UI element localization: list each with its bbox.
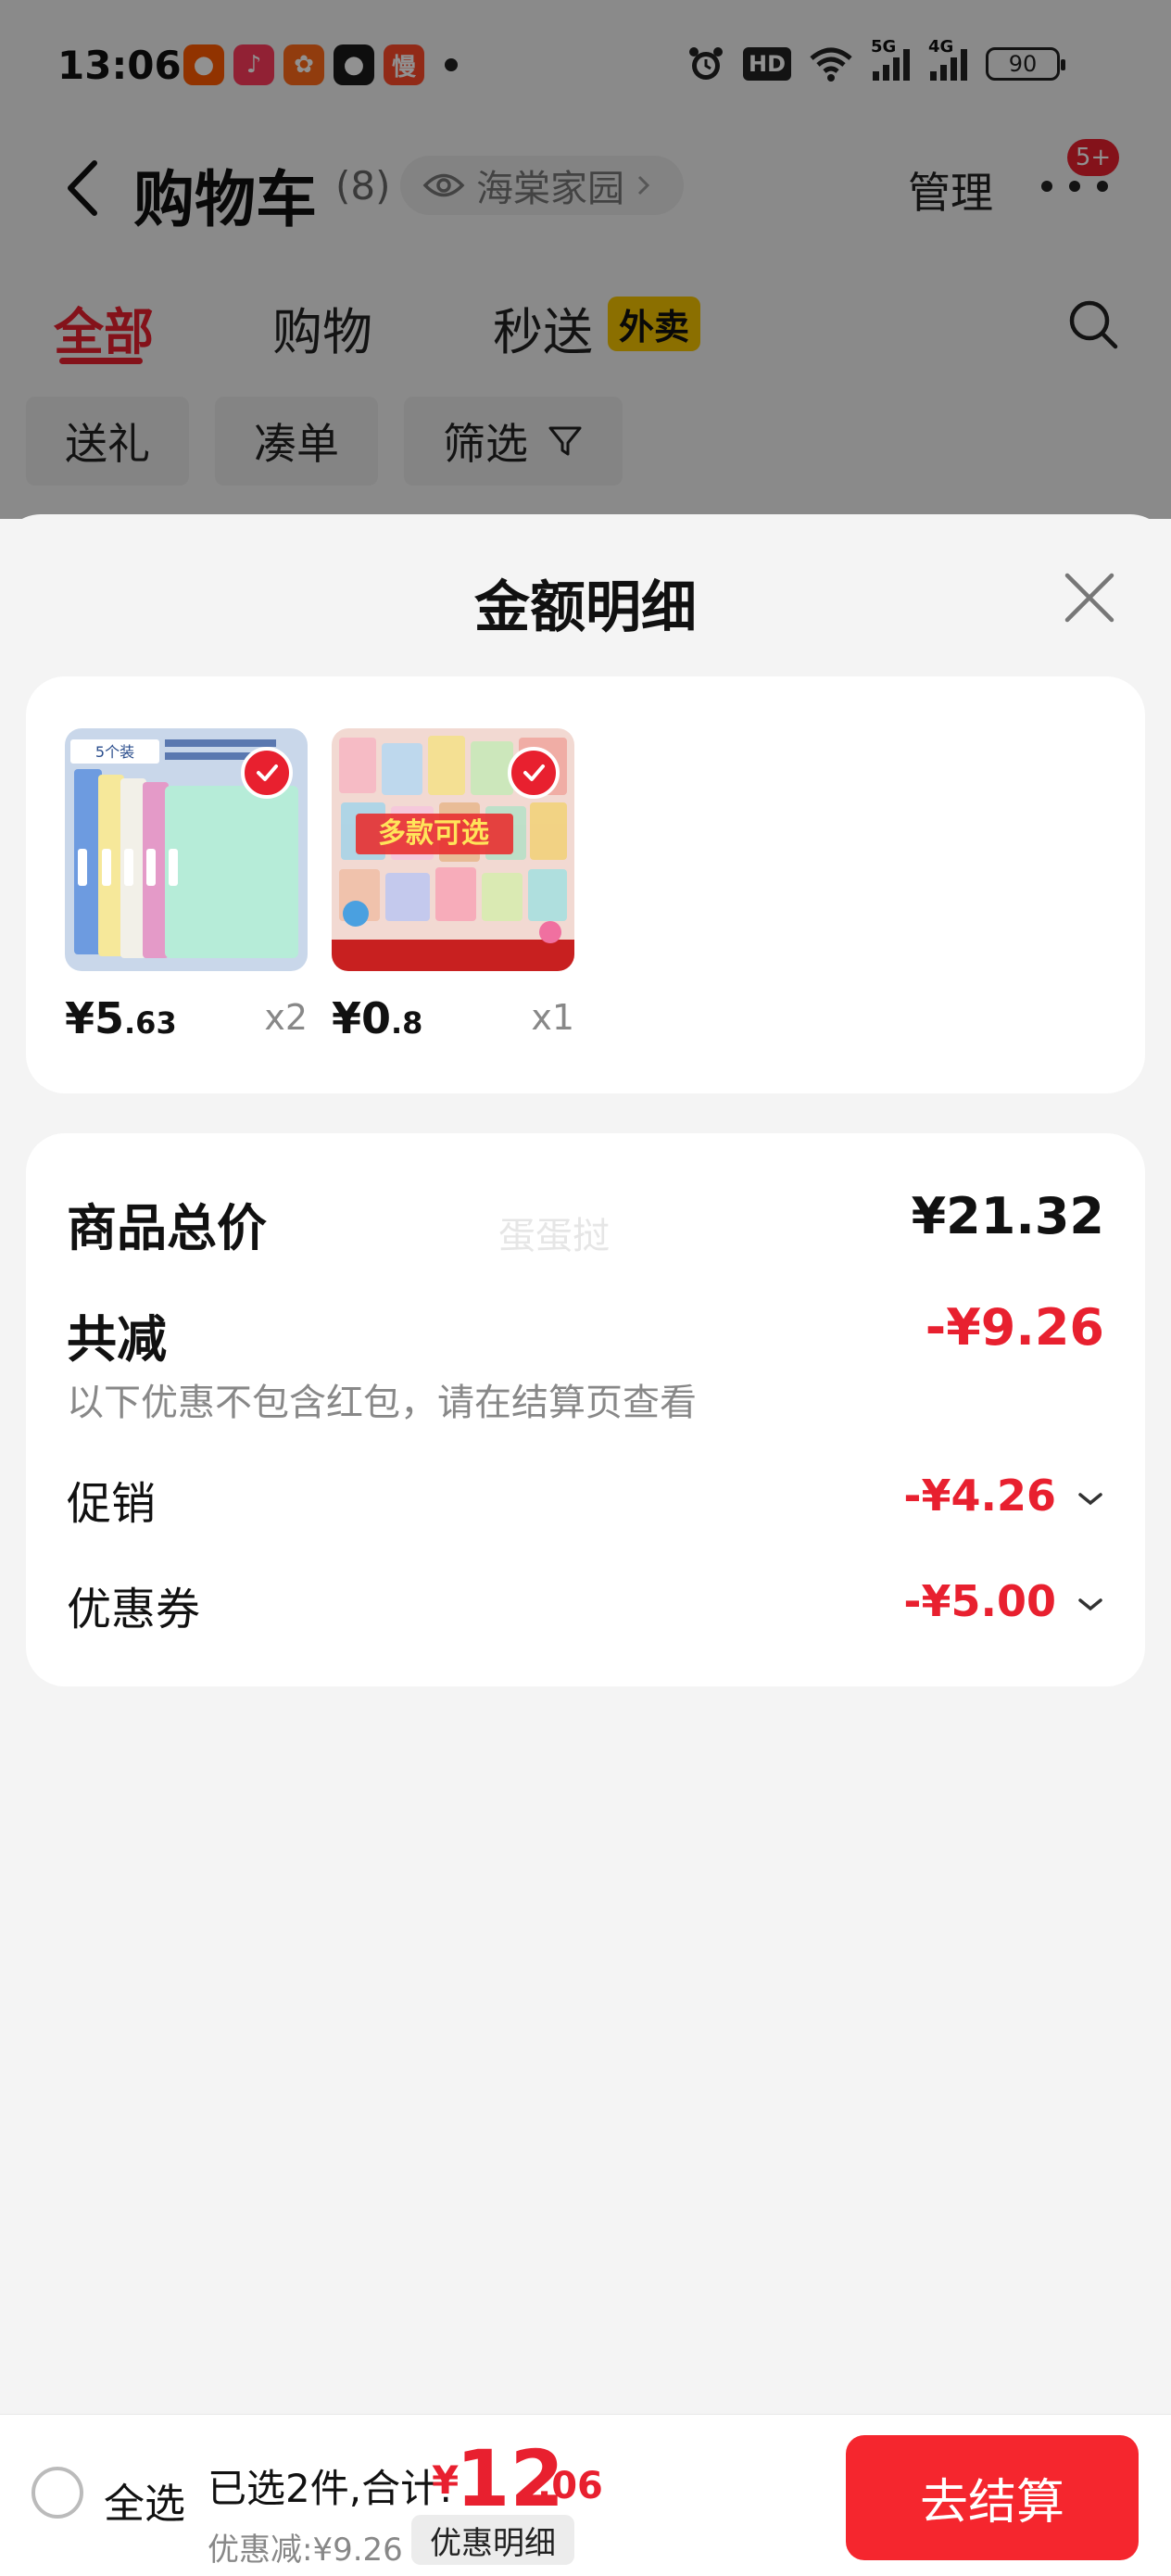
discount-summary: 优惠减:¥9.26: [208, 2532, 403, 2569]
total-label: 商品总价: [67, 1199, 267, 1257]
sheet-title: 金额明细: [474, 575, 697, 640]
close-icon[interactable]: [1062, 570, 1117, 625]
amount-detail-sheet: 金额明细 5个装 ¥5.63 x2 多款可选 ¥0.8 x1 蛋蛋挝 商品总价 …: [0, 514, 1171, 2414]
promo-label: 促销: [67, 1478, 157, 1530]
total-amount-dec: .06: [537, 2465, 603, 2507]
coupon-label: 优惠券: [67, 1584, 201, 1635]
reduction-label: 共减: [67, 1310, 167, 1369]
item-price: ¥5.63: [65, 993, 177, 1043]
item-price: ¥0.8: [332, 993, 422, 1043]
thumb-label-stickers: 多款可选: [378, 817, 489, 850]
chevron-down-icon[interactable]: [1077, 1485, 1104, 1513]
checked-icon: [241, 747, 293, 799]
product-thumbnail-folders: 5个装: [65, 728, 308, 971]
item-price-int: ¥5: [65, 993, 125, 1043]
item-quantity: x2: [264, 997, 308, 1038]
chevron-down-icon[interactable]: [1077, 1591, 1104, 1619]
thumb-label-folders: 5个装: [95, 743, 134, 761]
item-price-dec: .63: [124, 1005, 177, 1041]
selected-item[interactable]: 多款可选 ¥0.8 x1: [332, 728, 574, 1043]
promo-row[interactable]: 促销 -¥4.26: [67, 1467, 1104, 1532]
item-quantity: x1: [531, 997, 574, 1038]
promo-value: -¥4.26: [903, 1471, 1056, 1521]
reduction-note: 以下优惠不包含红包，请在结算页查看: [67, 1382, 697, 1424]
checked-icon: [508, 747, 560, 799]
select-all-label[interactable]: 全选: [104, 2470, 185, 2530]
total-currency: ¥: [432, 2457, 460, 2503]
product-thumbnail-stickers: 多款可选: [332, 728, 574, 971]
item-price-dec: .8: [391, 1005, 423, 1041]
checkout-button[interactable]: 去结算: [846, 2435, 1139, 2560]
discount-detail-button[interactable]: 优惠明细: [411, 2515, 574, 2565]
selected-items-card: 5个装 ¥5.63 x2 多款可选 ¥0.8 x1: [26, 676, 1145, 1093]
price-summary-card: 蛋蛋挝 商品总价 ¥21.32 共减 -¥9.26 以下优惠不包含红包，请在结算…: [26, 1133, 1145, 1686]
select-all-checkbox[interactable]: [31, 2467, 83, 2519]
coupon-row[interactable]: 优惠券 -¥5.00: [67, 1572, 1104, 1637]
item-price-int: ¥0: [332, 993, 392, 1043]
reduction-value: -¥9.26: [925, 1298, 1104, 1357]
total-row: 商品总价 ¥21.32: [67, 1187, 1104, 1257]
total-value: ¥21.32: [911, 1187, 1104, 1245]
coupon-value: -¥5.00: [903, 1576, 1056, 1626]
checkout-bar: 全选 已选2件,合计: ¥ 12 .06 优惠减:¥9.26 优惠明细 去结算: [0, 2414, 1171, 2576]
reduction-row: 共减 -¥9.26 以下优惠不包含红包，请在结算页查看: [67, 1298, 1104, 1424]
dim-overlay[interactable]: [0, 0, 1171, 519]
selected-item[interactable]: 5个装 ¥5.63 x2: [65, 728, 308, 1043]
selected-summary: 已选2件,合计:: [208, 2466, 453, 2511]
